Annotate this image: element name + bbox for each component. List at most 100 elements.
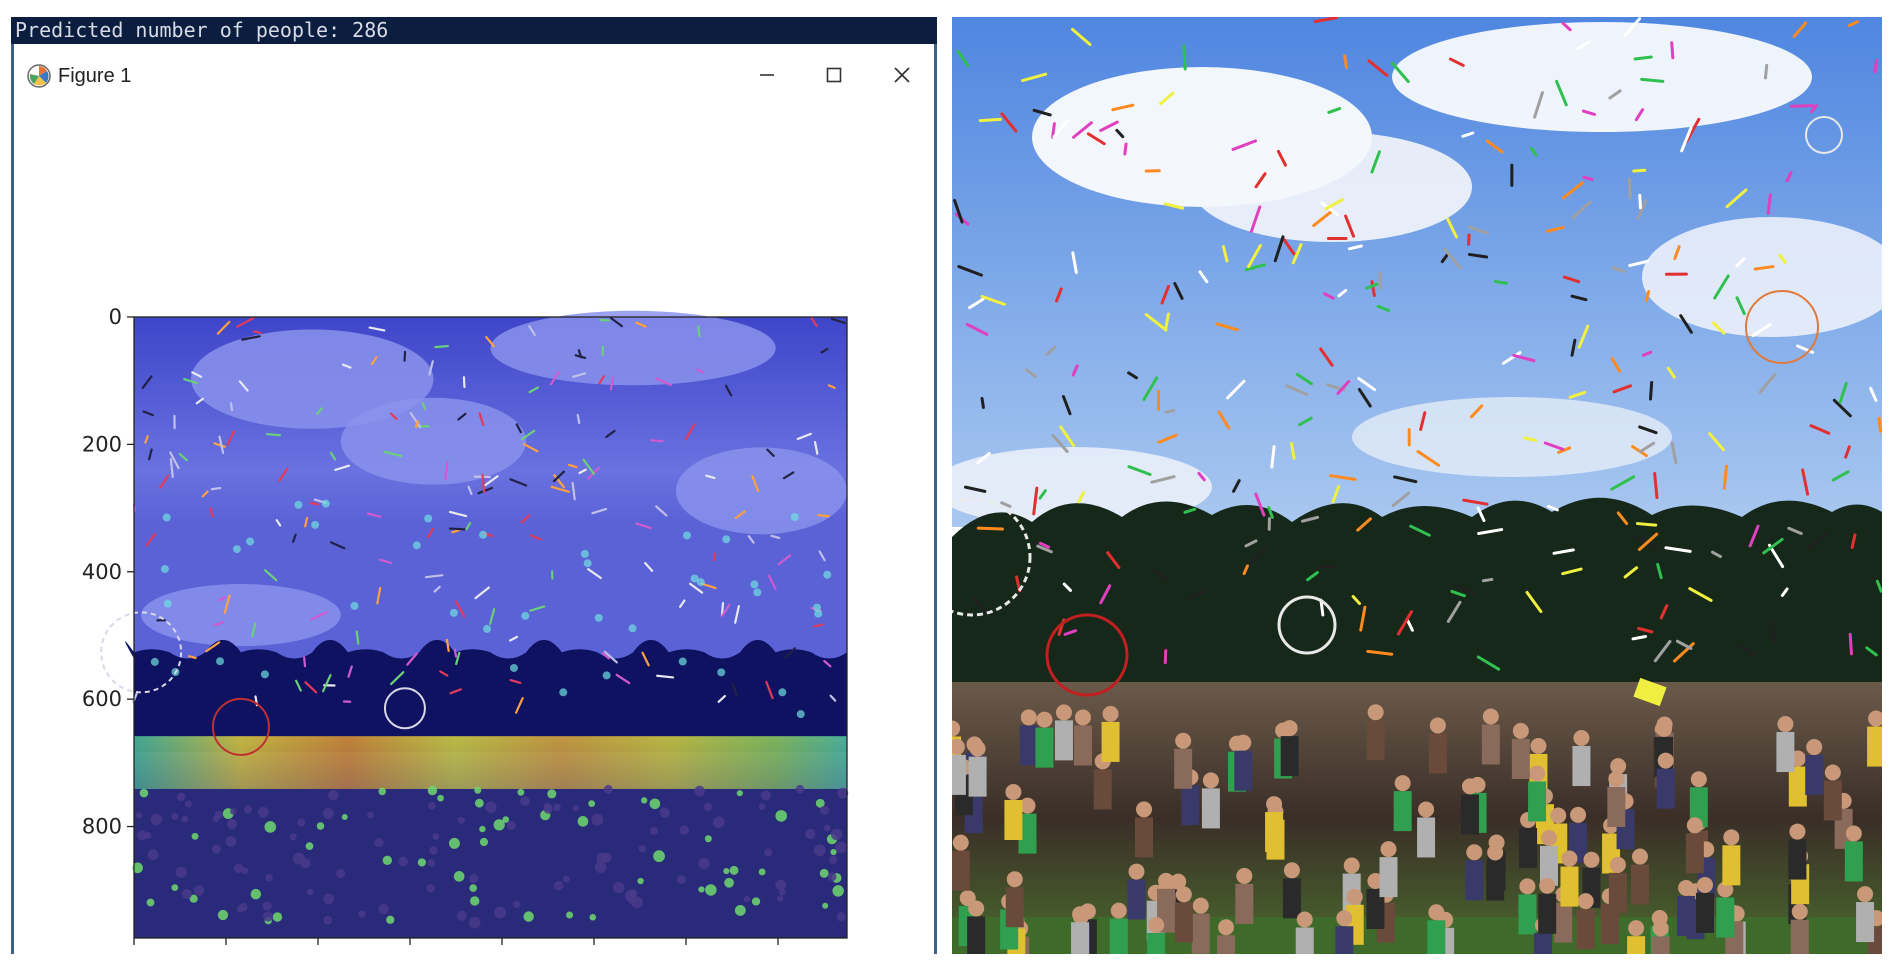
crowd-head-dot <box>743 895 751 903</box>
person-head <box>1723 829 1740 846</box>
crowd-head-dot <box>624 890 637 902</box>
crowd-head-dot <box>485 801 497 813</box>
crowd-head-dot <box>398 856 408 867</box>
person-body <box>1844 841 1863 882</box>
person-head <box>1102 705 1119 722</box>
crowd-head-dot <box>562 875 570 883</box>
person-head <box>1652 920 1669 937</box>
crowd-head-dot <box>547 789 557 799</box>
person-head <box>1128 863 1145 880</box>
crowd-head-dot <box>469 874 479 884</box>
density-spot <box>628 624 637 633</box>
person-head <box>1428 904 1445 921</box>
confetti-mark <box>649 439 664 443</box>
crowd-head-dot <box>229 807 237 815</box>
density-spot <box>449 608 458 617</box>
person-body <box>1511 738 1530 779</box>
density-spot <box>246 537 255 546</box>
crowd-head-dot <box>181 815 189 823</box>
crowd-head-dot <box>649 798 661 810</box>
density-spot <box>750 580 759 589</box>
person-head <box>1806 739 1823 756</box>
confetti-mark <box>453 648 458 658</box>
density-cloud <box>340 397 527 485</box>
juggling-club <box>1493 279 1508 285</box>
person-head <box>1583 851 1600 868</box>
x-tick-label: 1200 <box>659 953 712 954</box>
juggling-club <box>1648 381 1654 401</box>
crowd-head-dot <box>588 800 596 808</box>
person-body <box>1174 902 1193 943</box>
density-spot <box>311 520 320 529</box>
person-body <box>1856 902 1875 943</box>
crowd-head-dot <box>493 819 505 831</box>
crowd-photo-drawing <box>952 17 1882 954</box>
person-body <box>1788 766 1807 807</box>
person-head <box>1343 857 1360 874</box>
person-head <box>1487 844 1504 861</box>
crowd-head-dot <box>819 805 830 816</box>
juggling-club <box>1877 417 1882 433</box>
person-head <box>1482 708 1499 725</box>
confetti-mark <box>303 656 307 668</box>
person-body <box>1071 922 1090 954</box>
crowd-head-dot <box>417 858 426 867</box>
crowd-head-dot <box>764 848 773 857</box>
density-spot <box>594 613 603 622</box>
density-spot <box>796 710 805 719</box>
person-body <box>1481 724 1500 765</box>
person-head <box>1296 911 1313 928</box>
crowd-head-dot <box>591 813 604 826</box>
density-spot <box>412 541 421 550</box>
person-body <box>1651 936 1670 954</box>
density-spot <box>483 624 492 633</box>
person-body <box>1533 933 1552 954</box>
crowd-head-dot <box>306 888 314 896</box>
crowd-head-dot <box>589 913 597 921</box>
person-body <box>1630 864 1649 905</box>
juggling-club <box>1123 142 1128 156</box>
x-tick-label: 0 <box>127 953 140 954</box>
person-head <box>1148 916 1165 933</box>
person-body <box>1607 786 1626 827</box>
crowd-head-dot <box>506 820 516 830</box>
crowd-head-dot <box>136 812 143 819</box>
crowd-head-dot <box>612 881 625 894</box>
density-spot <box>678 657 687 666</box>
person-head <box>1218 919 1235 936</box>
crowd-head-dot <box>448 837 460 849</box>
density-spot <box>232 545 241 554</box>
y-tick-label: 0 <box>109 305 122 329</box>
crowd-head-dot <box>704 835 712 843</box>
crowd-head-dot <box>805 828 816 840</box>
person-body <box>1560 866 1579 907</box>
person-body <box>1201 788 1220 829</box>
crowd-head-dot <box>751 897 761 906</box>
person-head <box>1573 730 1590 747</box>
juggling-club <box>1632 168 1647 173</box>
person-body <box>952 754 966 795</box>
confetti-mark <box>355 630 360 645</box>
density-spot <box>778 688 787 697</box>
y-tick-label: 400 <box>82 560 122 584</box>
person-body <box>1217 935 1236 954</box>
crowd-head-dot <box>316 822 325 830</box>
person-body <box>967 916 986 954</box>
crowd-head-dot <box>212 815 220 823</box>
crowd-head-dot <box>736 790 743 797</box>
person-body <box>968 756 987 797</box>
density-cloud <box>490 310 776 386</box>
person-body <box>1093 769 1112 810</box>
crowd-head-dot <box>335 868 346 879</box>
crowd-head-dot <box>776 895 784 902</box>
person-head <box>1175 732 1192 749</box>
juggling-club <box>1640 77 1665 83</box>
crowd-head-dot <box>262 901 272 911</box>
crowd-head-dot <box>429 846 438 855</box>
person-body <box>1695 892 1714 933</box>
person-body <box>1054 720 1073 761</box>
juggling-club <box>980 396 985 409</box>
person-body <box>1519 828 1538 869</box>
person-head <box>1055 704 1072 721</box>
person-head <box>1570 806 1587 823</box>
